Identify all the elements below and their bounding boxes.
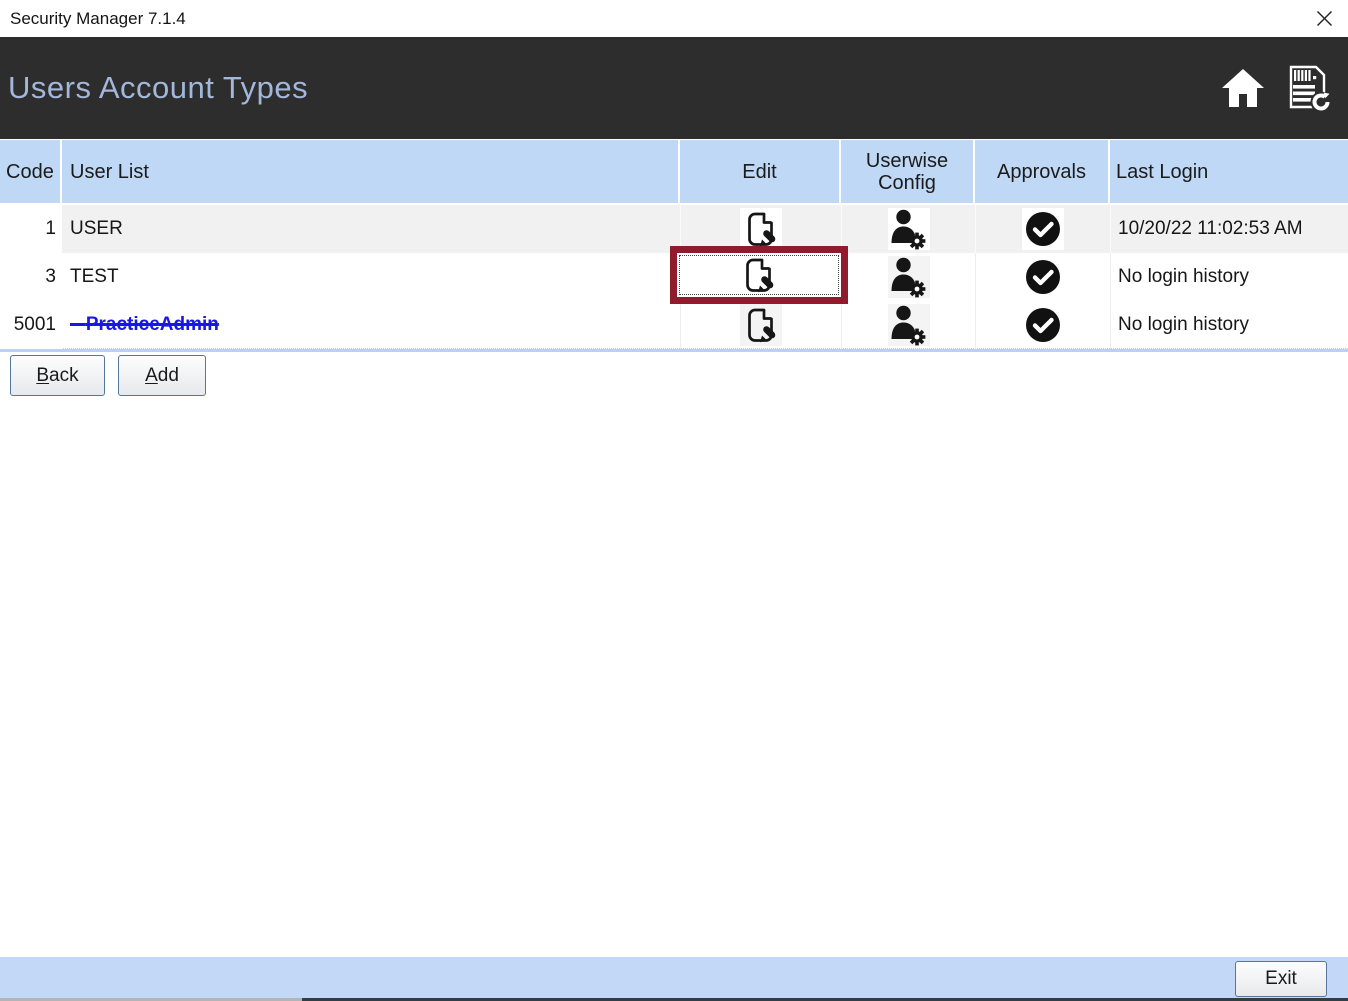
- add-button[interactable]: Add: [118, 355, 206, 396]
- cell-approvals: [975, 253, 1110, 301]
- header-icons: [1220, 37, 1332, 139]
- table-header: Code User List Edit Userwise Config Appr…: [0, 140, 1348, 203]
- cell-last-login: No login history: [1110, 253, 1348, 301]
- page-title: Users Account Types: [8, 70, 309, 105]
- cell-userwise-config: [841, 301, 975, 349]
- title-bar: Security Manager 7.1.4: [0, 0, 1348, 37]
- cell-user: USER: [62, 205, 680, 253]
- exit-button[interactable]: Exit: [1235, 961, 1327, 997]
- table-bottom-divider: [0, 349, 1348, 352]
- report-refresh-icon[interactable]: [1284, 64, 1332, 112]
- column-header-code: Code: [0, 140, 62, 203]
- cell-user: PracticeAdmin: [62, 301, 680, 349]
- cell-userwise-config: [841, 205, 975, 253]
- close-icon[interactable]: [1308, 2, 1340, 34]
- cell-userwise-config: [841, 253, 975, 301]
- cell-code: 5001: [0, 301, 62, 349]
- back-button[interactable]: Back: [10, 355, 105, 396]
- column-header-approvals: Approvals: [975, 140, 1110, 203]
- cell-code: 3: [0, 253, 62, 301]
- table-body: 1 USER 10/20/22 11:02:53 AM 3 TEST No lo…: [0, 205, 1348, 349]
- column-header-user-list: User List: [62, 140, 680, 203]
- check-circle-icon[interactable]: [1022, 208, 1064, 250]
- edit-note-icon[interactable]: [740, 208, 782, 250]
- column-header-edit: Edit: [680, 140, 841, 203]
- edit-note-icon[interactable]: [677, 253, 841, 297]
- window-title: Security Manager 7.1.4: [10, 8, 186, 28]
- user-gear-icon[interactable]: [887, 208, 930, 250]
- bottom-bar: [0, 957, 1348, 998]
- cell-last-login: No login history: [1110, 301, 1348, 349]
- user-gear-icon[interactable]: [887, 304, 930, 346]
- edit-note-icon[interactable]: [740, 304, 782, 346]
- page-header: Users Account Types: [0, 37, 1348, 139]
- check-circle-icon[interactable]: [1022, 256, 1064, 298]
- cell-user: TEST: [70, 266, 119, 287]
- highlight-box: [670, 246, 848, 304]
- cell-code: 1: [0, 205, 62, 253]
- table-row: 5001 PracticeAdmin No login history: [0, 301, 1348, 349]
- cell-approvals: [975, 301, 1110, 349]
- check-circle-icon[interactable]: [1022, 304, 1064, 346]
- column-header-userwise-config: Userwise Config: [841, 140, 975, 203]
- deleted-user-link[interactable]: PracticeAdmin: [70, 314, 219, 336]
- user-gear-icon[interactable]: [887, 256, 930, 298]
- cell-approvals: [975, 205, 1110, 253]
- app-window: Security Manager 7.1.4 Users Account Typ…: [0, 0, 1348, 1001]
- column-header-last-login: Last Login: [1116, 160, 1209, 183]
- home-icon[interactable]: [1220, 67, 1266, 109]
- cell-edit: [680, 301, 841, 349]
- cell-last-login: 10/20/22 11:02:53 AM: [1110, 205, 1348, 253]
